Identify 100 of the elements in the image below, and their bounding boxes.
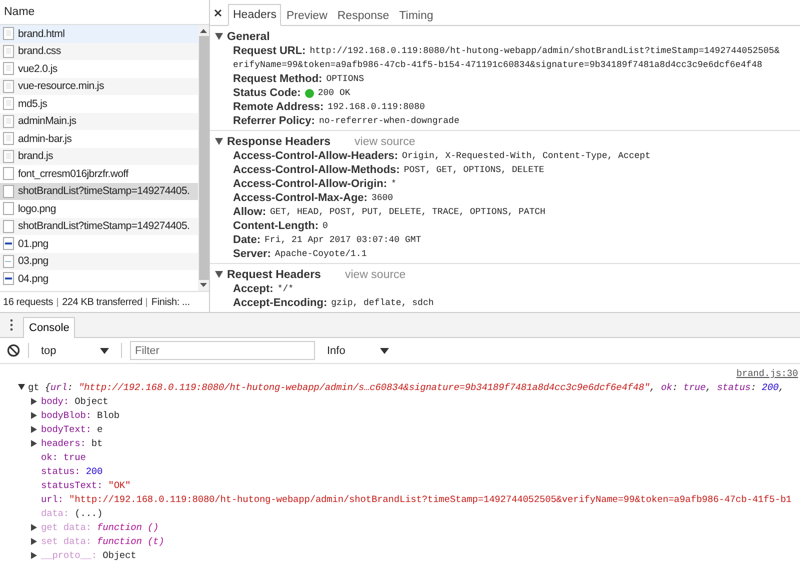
image-file-icon (3, 254, 14, 268)
request-name: brand.css (18, 45, 61, 58)
image-file-icon (3, 237, 14, 250)
request-row[interactable]: 01.png (0, 235, 198, 252)
request-name: 03.png (18, 255, 48, 268)
object-property: data: (...) (41, 508, 103, 518)
document-file-icon (3, 27, 14, 40)
clear-console-icon[interactable] (7, 344, 20, 357)
header-value: no-referrer-when-downgrade (318, 116, 460, 126)
status-text: 16 requests (3, 296, 54, 308)
object-property: statusText: "OK" (41, 480, 131, 490)
section-title[interactable]: Request Headers (227, 268, 321, 280)
status-text: Finish: ... (151, 296, 190, 308)
request-row[interactable]: font_crresm016jbrzfr.woff (0, 165, 198, 182)
scroll-down-icon[interactable] (200, 283, 207, 287)
level-dropdown[interactable]: Info (323, 344, 393, 356)
expand-triangle-icon[interactable] (215, 33, 223, 40)
header-value: POST, GET, OPTIONS, DELETE (404, 165, 544, 175)
expand-triangle-icon[interactable] (31, 426, 37, 432)
header-name: Date: (233, 234, 261, 246)
request-row[interactable]: logo.png (0, 200, 198, 218)
header-name: Content-Length: (233, 220, 319, 232)
request-name: 01.png (18, 238, 48, 250)
panel-tab[interactable]: Headers (228, 4, 282, 26)
request-row[interactable]: shotBrandList?timeStamp=149274405. (0, 182, 198, 200)
blank-file-icon (3, 202, 14, 216)
header-name: Remote Address: (233, 101, 324, 113)
document-file-icon (3, 150, 14, 163)
view-source-link[interactable]: view source (354, 136, 416, 148)
scroll-up-icon[interactable] (200, 29, 207, 33)
expand-triangle-icon[interactable] (215, 138, 223, 145)
filter-field[interactable]: Filter (130, 341, 315, 360)
header-value: erifyName=99&token=a9afb986-47cb-41f5-b154-471191c60834&signature=9b34189f7481a8d4cc3c9e6dcf6e4f48 (233, 60, 762, 70)
header-name: Access-Control-Allow-Methods: (233, 164, 400, 176)
panel-tab[interactable]: Preview (281, 5, 332, 26)
request-row[interactable]: admin-bar.js (0, 130, 198, 148)
expand-triangle-icon[interactable] (31, 412, 37, 418)
object-property: bodyBlob: Blob (41, 410, 120, 420)
status-text: 224 KB transferred (62, 296, 142, 308)
request-row[interactable]: shotBrandList?timeStamp=149274405. (0, 218, 198, 235)
expand-triangle-icon[interactable] (18, 384, 25, 390)
header-value: Apache-Coyote/1.1 (274, 249, 367, 259)
header-name: Referrer Policy: (233, 115, 315, 127)
caret-icon (380, 348, 389, 354)
image-file-icon (3, 272, 14, 286)
header-value: 192.168.0.119:8080 (328, 102, 425, 112)
source-link[interactable]: brand.js:30 (736, 368, 798, 380)
expand-triangle-icon[interactable] (31, 552, 37, 558)
document-file-icon (3, 62, 14, 76)
header-value: http://192.168.0.119:8080/ht-hutong-webapp/admin/shotBrandList?timeStamp=1492744052505& (310, 46, 780, 56)
header-value: gzip, deflate, sdch (331, 298, 434, 308)
expand-triangle-icon[interactable] (31, 538, 37, 544)
expand-triangle-icon[interactable] (31, 440, 37, 446)
expand-triangle-icon[interactable] (31, 398, 37, 404)
request-name: vue2.0.js (18, 62, 58, 75)
section-title[interactable]: Response Headers (227, 136, 331, 148)
request-name: shotBrandList?timeStamp=149274405. (18, 185, 190, 198)
document-file-icon (3, 114, 14, 128)
expand-triangle-icon[interactable] (215, 271, 223, 278)
request-row[interactable]: vue2.0.js (0, 60, 198, 78)
context-dropdown[interactable]: top (37, 344, 113, 356)
view-source-link[interactable]: view source (344, 268, 406, 280)
object-property: url: "http://192.168.0.119:8080/ht-hutong-webapp/admin/shotBrandList?timeStamp=1492744052505&verifyName=99&token=a9afb986-47cb-41f5-b1 (41, 494, 792, 504)
caret-icon (100, 348, 109, 354)
object-property: __proto__: Object (41, 550, 136, 560)
document-file-icon (3, 80, 14, 93)
scrollbar[interactable] (198, 25, 209, 291)
object-property: get data: function () (41, 522, 159, 532)
header-value: * (391, 179, 396, 189)
section-title[interactable]: General (227, 30, 270, 42)
object-property: status: 200 (41, 466, 103, 476)
panel-tab[interactable]: Timing (394, 5, 438, 26)
request-name: brand.html (18, 28, 65, 40)
expand-triangle-icon[interactable] (31, 524, 37, 530)
request-row[interactable]: vue-resource.min.js (0, 78, 198, 95)
header-name: Request Method: (233, 73, 322, 85)
header-value: 0 (322, 221, 328, 231)
panel-tab[interactable]: Response (332, 5, 394, 26)
menu-icon[interactable] (10, 319, 13, 331)
object-property: ok: true (41, 452, 86, 462)
object-property: body: Object (41, 396, 108, 406)
request-row[interactable]: 03.png (0, 252, 198, 270)
request-row[interactable]: brand.html (0, 25, 198, 42)
drawer-tab[interactable]: Console (23, 317, 76, 338)
request-row[interactable]: 04.png (0, 270, 198, 288)
scrollbar-thumb[interactable] (198, 36, 208, 280)
request-name: 04.png (18, 272, 48, 285)
header-name: Access-Control-Max-Age: (233, 192, 368, 204)
request-name: vue-resource.min.js (18, 80, 104, 92)
close-icon[interactable] (214, 8, 222, 16)
document-file-icon (3, 132, 14, 146)
header-name: Accept-Encoding: (233, 297, 328, 309)
request-row[interactable]: brand.css (0, 42, 198, 60)
request-name: md5.js (18, 98, 48, 110)
blank-file-icon (3, 220, 14, 233)
request-row[interactable]: md5.js (0, 95, 198, 112)
header-name: Access-Control-Allow-Origin: (233, 178, 388, 190)
request-row[interactable]: brand.js (0, 148, 198, 165)
header-value: OPTIONS (326, 74, 364, 84)
request-row[interactable]: adminMain.js (0, 112, 198, 130)
